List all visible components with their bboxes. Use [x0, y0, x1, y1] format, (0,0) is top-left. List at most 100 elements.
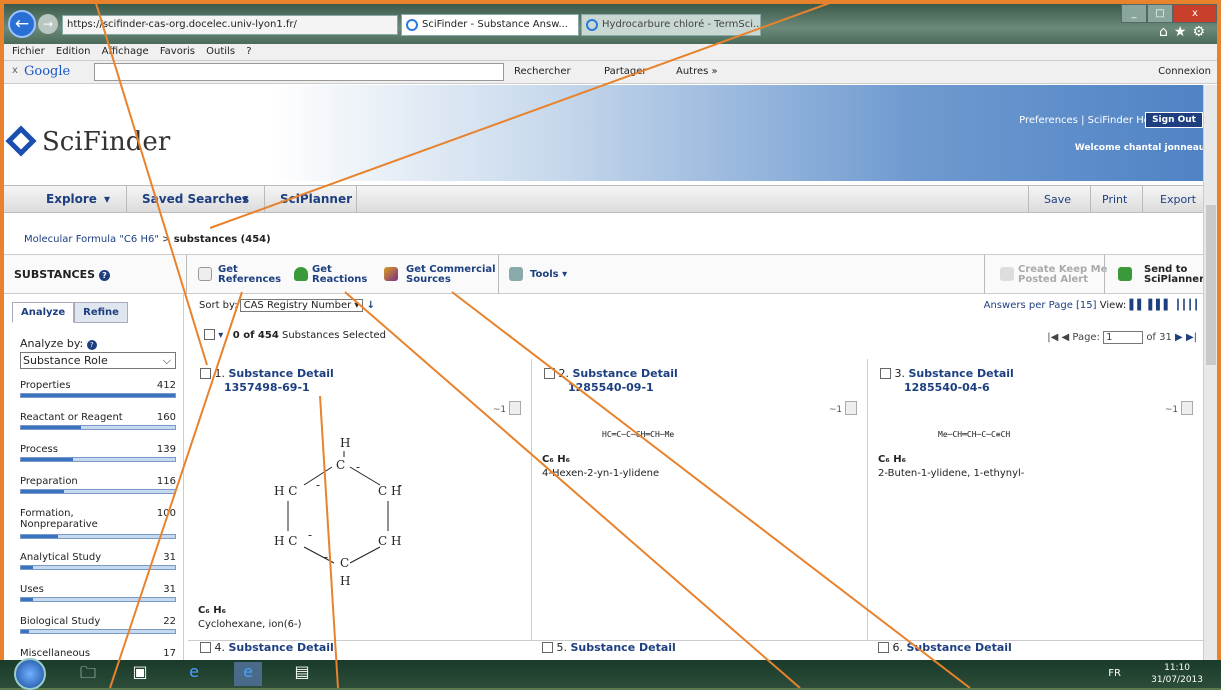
tab-label: SciFinder - Substance Answ... — [422, 19, 568, 30]
tab-analyze[interactable]: Analyze — [12, 302, 75, 323]
last-page-icon[interactable]: ▶| — [1186, 332, 1197, 343]
google-search-button[interactable]: Rechercher — [514, 66, 571, 77]
save-button[interactable]: Save — [1044, 193, 1071, 206]
select-all-checkbox[interactable] — [204, 329, 215, 340]
cas-registry-number[interactable]: 1285540-04-6 — [904, 381, 990, 394]
count-bar — [20, 534, 176, 539]
explorer-icon[interactable]: 🗀 — [74, 662, 102, 686]
export-button[interactable]: Export — [1160, 193, 1196, 206]
menu-edition[interactable]: Edition — [56, 46, 91, 57]
cas-registry-number[interactable]: 1285540-09-1 — [568, 381, 654, 394]
ie-icon[interactable]: e — [180, 662, 208, 686]
analyze-row[interactable]: Preparation 116 — [20, 476, 180, 494]
substance-name: 2-Buten-1-ylidene, 1-ethynyl- — [878, 468, 1025, 479]
structure-line: Me─CH═CH─C─C≡CH — [938, 430, 1011, 439]
preferences-help-links[interactable]: Preferences | SciFinder Help — [1019, 115, 1159, 126]
nav-saved-searches[interactable]: Saved Searches — [142, 192, 249, 206]
analyze-row[interactable]: Analytical Study 31 — [20, 552, 180, 570]
tools-icon — [509, 267, 523, 281]
get-references-button[interactable]: Get References — [218, 265, 281, 285]
menu-favoris[interactable]: Favoris — [160, 46, 195, 57]
svg-text:C: C — [336, 458, 345, 472]
count-bar — [20, 489, 176, 494]
substance-detail-link[interactable]: Substance Detail — [229, 367, 334, 380]
answers-per-page-link[interactable]: Answers per Page [15] — [984, 300, 1097, 311]
card-checkbox[interactable] — [200, 368, 211, 379]
app-icon[interactable]: ▤ — [288, 662, 316, 686]
help-icon[interactable]: ? — [86, 340, 97, 350]
structure-editor-icon[interactable] — [845, 401, 857, 415]
tab-scifinder[interactable]: SciFinder - Substance Answ... — [401, 14, 579, 36]
menu-fichier[interactable]: Fichier — [12, 46, 45, 57]
analyze-by-select[interactable]: Substance Role ⌵ — [20, 352, 176, 369]
substance-detail-link[interactable]: Substance Detail — [907, 641, 1012, 654]
tools-menu[interactable]: Tools ▾ — [530, 270, 567, 280]
prev-page-icon[interactable]: ◀ — [1061, 332, 1069, 343]
print-button[interactable]: Print — [1102, 193, 1127, 206]
page-input[interactable]: 1 — [1103, 331, 1144, 344]
scifinder-banner: SciFinder Preferences | SciFinder Help S… — [4, 85, 1217, 181]
start-button[interactable] — [14, 658, 46, 690]
share-button[interactable]: Partager — [604, 66, 646, 77]
language-indicator[interactable]: FR — [1108, 668, 1121, 679]
next-page-icon[interactable]: ▶ — [1175, 332, 1183, 343]
minimize-button[interactable]: _ — [1121, 4, 1147, 23]
menu-help[interactable]: ? — [246, 46, 251, 57]
google-search-input[interactable] — [94, 63, 504, 81]
card-checkbox[interactable] — [200, 642, 211, 653]
tab-termsci[interactable]: Hydrocarbure chloré - TermSci... — [581, 14, 761, 36]
card-checkbox[interactable] — [542, 642, 553, 653]
menu-outils[interactable]: Outils — [206, 46, 235, 57]
analyze-row[interactable]: Formation, Nonpreparative 100 — [20, 508, 180, 539]
welcome-text: Welcome chantal jonneaux — [1074, 143, 1211, 153]
structure-editor-icon[interactable] — [509, 401, 521, 415]
card-checkbox[interactable] — [544, 368, 555, 379]
cas-registry-number[interactable]: 1357498-69-1 — [224, 381, 310, 394]
maximize-button[interactable]: □ — [1147, 4, 1173, 23]
card-checkbox[interactable] — [880, 368, 891, 379]
card-checkbox[interactable] — [878, 642, 889, 653]
page-scrollbar[interactable] — [1203, 85, 1217, 664]
first-page-icon[interactable]: |◀ — [1047, 332, 1058, 343]
back-button[interactable]: ← — [8, 10, 36, 38]
view-icons[interactable]: ▌▌ ▌▌▌ ┃┃┃┃ — [1130, 300, 1200, 311]
home-favorites-tools-icons[interactable]: ⌂★⚙ — [1159, 24, 1211, 40]
analyze-row[interactable]: Uses 31 — [20, 584, 180, 602]
create-alert-button[interactable]: Create Keep Me Posted Alert — [1018, 265, 1107, 285]
flask-icon — [294, 267, 308, 281]
sort-select[interactable]: CAS Registry Number ▾ — [239, 299, 364, 312]
close-button[interactable]: x — [1173, 4, 1217, 23]
scrollbar-thumb[interactable] — [1206, 205, 1216, 365]
ie-active-icon[interactable]: e — [234, 662, 262, 686]
send-to-sciplanner-button[interactable]: Send to SciPlanner — [1144, 265, 1204, 285]
nav-explore[interactable]: Explore — [46, 192, 97, 206]
get-commercial-sources-button[interactable]: Get Commercial Sources — [406, 265, 496, 285]
media-icon[interactable]: ▣ — [126, 662, 154, 686]
analyze-row[interactable]: Properties 412 — [20, 380, 180, 398]
menu-affichage[interactable]: Affichage — [102, 46, 149, 57]
more-button[interactable]: Autres » — [676, 66, 718, 77]
clock[interactable]: 11:10 31/07/2013 — [1151, 662, 1203, 686]
close-toolbar-icon[interactable]: x — [12, 65, 18, 76]
structure-editor-icon[interactable] — [1181, 401, 1193, 415]
connect-button[interactable]: Connexion — [1158, 66, 1211, 77]
forward-button[interactable]: → — [38, 14, 58, 34]
substance-detail-link[interactable]: Substance Detail — [573, 367, 678, 380]
svg-text:H C: H C — [274, 534, 297, 548]
substance-detail-link[interactable]: Substance Detail — [571, 641, 676, 654]
sort-direction-icon[interactable]: ↓ — [367, 300, 375, 311]
get-reactions-button[interactable]: Get Reactions — [312, 265, 367, 285]
nav-sciplanner[interactable]: SciPlanner — [280, 192, 352, 206]
help-icon[interactable]: ? — [98, 270, 110, 281]
analyze-row[interactable]: Process 139 — [20, 444, 180, 462]
substance-detail-link[interactable]: Substance Detail — [229, 641, 334, 654]
analyze-row[interactable]: Reactant or Reagent 160 — [20, 412, 180, 430]
sign-out-button[interactable]: Sign Out — [1145, 112, 1203, 128]
address-bar[interactable]: https://scifinder-cas-org.docelec.univ-l… — [62, 15, 398, 35]
breadcrumb-parent[interactable]: Molecular Formula "C6 H6" — [24, 234, 159, 245]
analyze-row[interactable]: Biological Study 22 — [20, 616, 180, 634]
substance-detail-link[interactable]: Substance Detail — [909, 367, 1014, 380]
tab-refine[interactable]: Refine — [74, 302, 128, 323]
breadcrumb-sep: > — [162, 234, 171, 245]
analyze-row[interactable]: Miscellaneous 17 — [20, 648, 180, 666]
